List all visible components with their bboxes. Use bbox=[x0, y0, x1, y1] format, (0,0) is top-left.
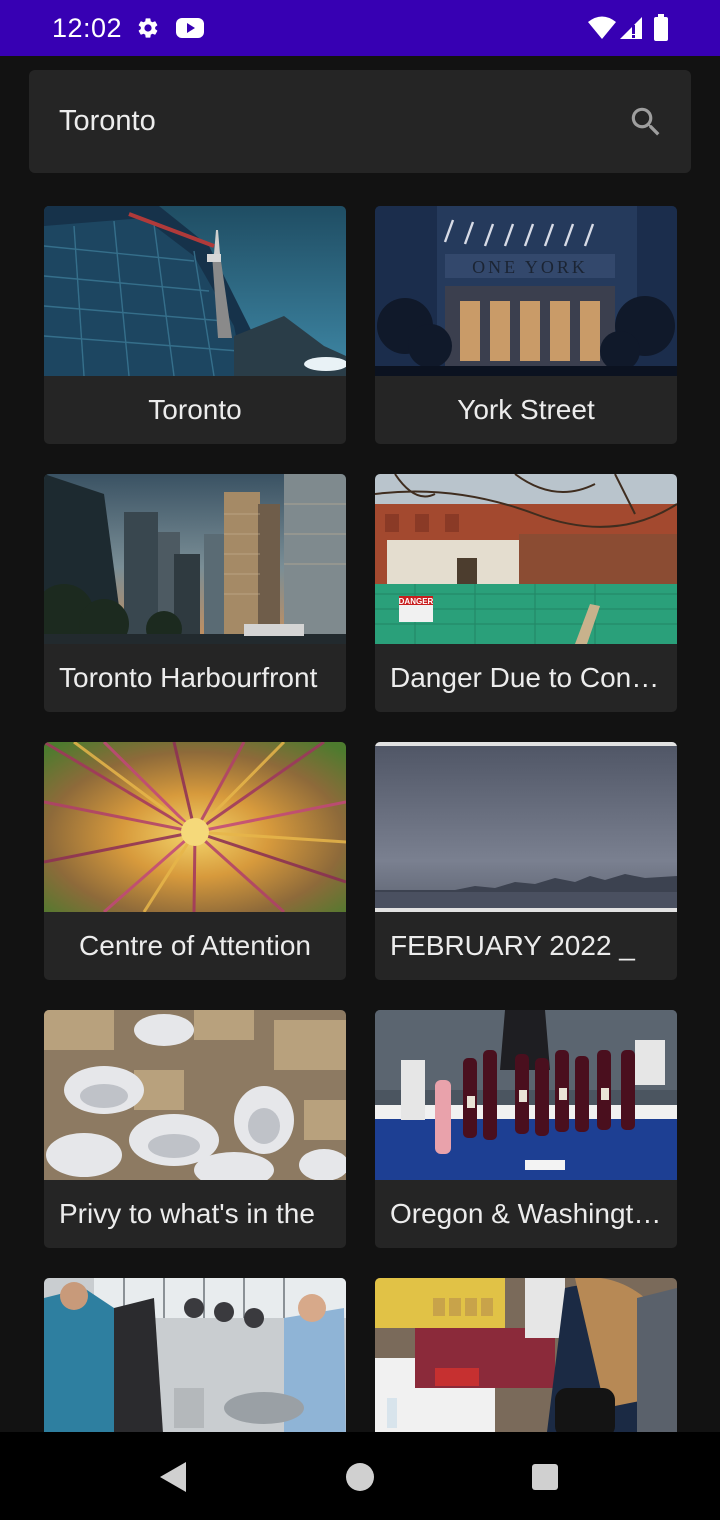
result-image bbox=[375, 1010, 677, 1180]
result-image: ONE YORK bbox=[375, 206, 677, 376]
status-time: 12:02 bbox=[52, 13, 123, 43]
result-title: Danger Due to Construction bbox=[390, 662, 677, 693]
result-card[interactable]: Centre of Attention bbox=[44, 742, 346, 980]
gear-icon bbox=[138, 18, 158, 38]
result-title: Centre of Attention bbox=[79, 930, 311, 961]
status-bar: 12:02 bbox=[0, 0, 720, 56]
result-card[interactable]: Oregon & Washington bbox=[375, 1010, 677, 1248]
navigation-bar bbox=[0, 1432, 720, 1520]
result-card[interactable]: Toronto Harbourfront bbox=[44, 474, 346, 712]
result-title: FEBRUARY 2022 _ bbox=[390, 930, 635, 961]
result-image bbox=[44, 1010, 346, 1180]
result-image: DANGER bbox=[375, 474, 677, 644]
youtube-icon bbox=[176, 18, 204, 38]
result-image bbox=[44, 206, 346, 376]
result-image bbox=[375, 742, 677, 912]
result-image bbox=[44, 742, 346, 912]
result-title: Toronto bbox=[148, 394, 242, 425]
home-icon[interactable] bbox=[343, 1460, 377, 1494]
result-image bbox=[44, 474, 346, 644]
result-title: Toronto Harbourfront bbox=[59, 662, 318, 693]
result-image bbox=[44, 1278, 346, 1432]
result-title: Privy to what's in the bbox=[59, 1198, 315, 1229]
result-card[interactable] bbox=[375, 1278, 677, 1432]
results-grid: Toronto ONE YORK York Street Toronto Har… bbox=[0, 0, 720, 1432]
search-bar[interactable]: Toronto bbox=[29, 70, 691, 173]
search-input[interactable]: Toronto bbox=[59, 105, 156, 138]
result-card[interactable]: Privy to what's in the bbox=[44, 1010, 346, 1248]
recents-icon[interactable] bbox=[528, 1460, 562, 1494]
result-card[interactable]: Toronto bbox=[44, 206, 346, 444]
result-card[interactable] bbox=[44, 1278, 346, 1432]
building-sign-text: ONE YORK bbox=[472, 257, 588, 277]
signal-icon bbox=[620, 17, 642, 39]
wifi-icon bbox=[588, 16, 616, 39]
result-card[interactable]: FEBRUARY 2022 _ bbox=[375, 742, 677, 980]
search-icon bbox=[631, 107, 660, 136]
search-button[interactable] bbox=[627, 103, 665, 141]
result-title: York Street bbox=[457, 394, 595, 425]
result-card[interactable]: DANGER Danger Due to Construction bbox=[375, 474, 677, 712]
danger-sign-text: DANGER bbox=[399, 597, 434, 606]
result-title: Oregon & Washington bbox=[390, 1198, 665, 1229]
battery-icon bbox=[654, 14, 668, 41]
back-icon[interactable] bbox=[156, 1460, 190, 1494]
result-card[interactable]: ONE YORK York Street bbox=[375, 206, 677, 444]
result-image bbox=[375, 1278, 677, 1432]
